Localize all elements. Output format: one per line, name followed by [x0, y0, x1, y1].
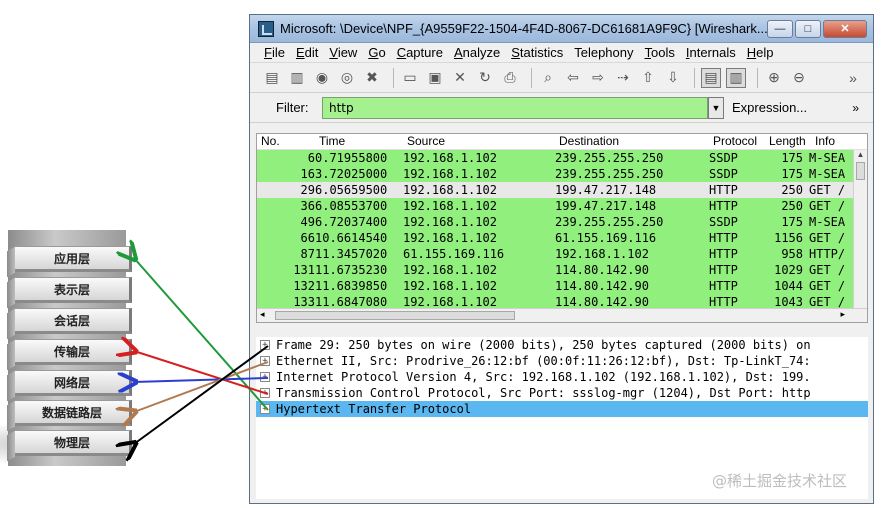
arrow-ip-to-network — [134, 378, 269, 382]
layer-mapping-arrows — [0, 0, 269, 508]
watermark: @稀土掘金技术社区 — [712, 472, 848, 490]
arrow-frame-to-physical — [134, 345, 269, 444]
